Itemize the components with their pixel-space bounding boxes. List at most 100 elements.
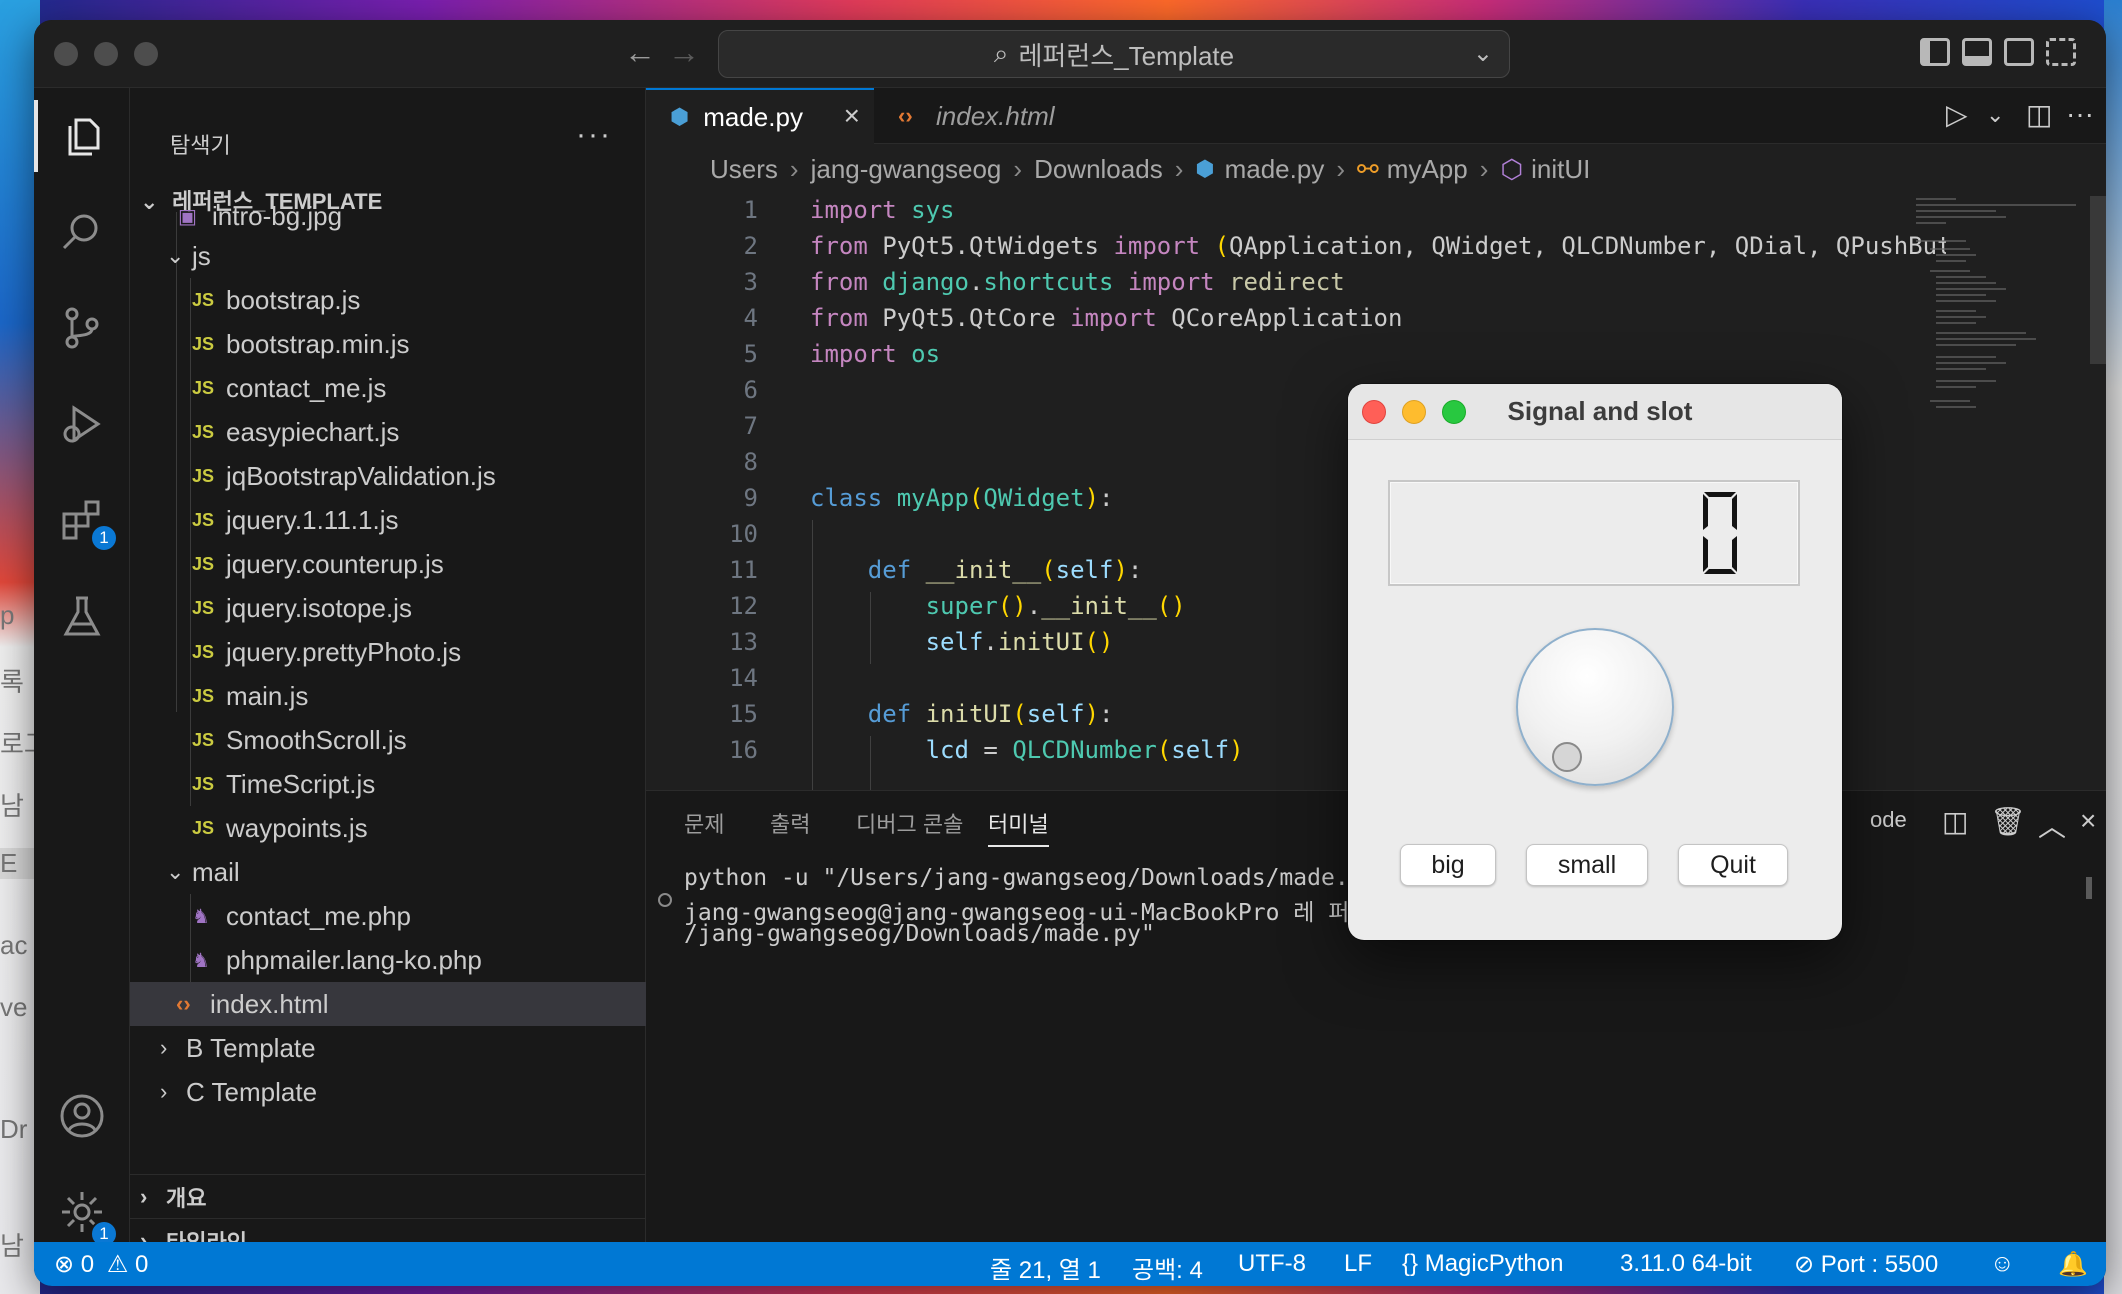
tree-item-label: jquery.counterup.js [226, 548, 444, 579]
tree-item-contact-me-js[interactable]: JS contact_me.js [130, 366, 646, 410]
qt-title-bar: Signal and slot [1348, 384, 1842, 440]
tree-item-bootstrap-js[interactable]: JS bootstrap.js [130, 278, 646, 322]
line-number: 3 [743, 268, 758, 296]
tree-item-label: jquery.prettyPhoto.js [226, 636, 462, 667]
indentation-status[interactable]: 공백: 4 [1132, 1250, 1203, 1285]
breadcrumb-item[interactable]: Users [710, 154, 778, 185]
arrow-right-icon[interactable]: → [668, 34, 700, 71]
close-icon[interactable]: × [844, 100, 860, 132]
cursor-position[interactable]: 줄 21, 열 1 [990, 1250, 1101, 1285]
extensions-badge: 1 [90, 524, 118, 552]
tree-item-jquery-js[interactable]: JS jquery.1.11.1.js [130, 498, 646, 542]
tree-item-jquery-isotope-js[interactable]: JS jquery.isotope.js [130, 586, 646, 630]
breadcrumb-item[interactable]: myApp [1387, 154, 1468, 185]
tree-item-bootstrap-min-js[interactable]: JS bootstrap.min.js [130, 322, 646, 366]
eol-status[interactable]: LF [1344, 1250, 1372, 1278]
tree-folder-c-template[interactable]: › C Template [130, 1070, 646, 1114]
chevron-right-icon: › [140, 1183, 148, 1209]
breadcrumb-item[interactable]: initUI [1531, 154, 1590, 185]
tree-item-jquery-counterup-js[interactable]: JS jquery.counterup.js [130, 542, 646, 586]
arrow-left-icon[interactable]: ← [624, 34, 656, 71]
language-mode[interactable]: {} MagicPython [1402, 1250, 1563, 1278]
minimap[interactable] [1910, 196, 2090, 790]
run-and-debug-icon[interactable] [34, 376, 130, 472]
tree-item-contact-me-php[interactable]: ♞ contact_me.php [130, 894, 646, 938]
tab-made-py[interactable]: ⬢ made.py × [646, 88, 874, 144]
toggle-panel-icon[interactable] [1962, 38, 1992, 66]
run-python-icon[interactable]: ▷ [1946, 98, 1968, 131]
tree-item-easypiechart-js[interactable]: JS easypiechart.js [130, 410, 646, 454]
js-file-icon: JS [192, 509, 215, 530]
tree-item-label: index.html [210, 988, 329, 1019]
python-file-icon: ⬢ [1195, 156, 1215, 181]
customize-layout-icon[interactable] [2046, 38, 2076, 66]
command-center-search[interactable]: ⌕ 레퍼런스_Template ⌄ [718, 30, 1510, 78]
tab-debug-console[interactable]: 디버그 콘솔 [856, 807, 963, 839]
tree-item-intro-bg[interactable]: ▣ intro-bg.jpg [130, 194, 646, 238]
bell-icon[interactable]: 🔔 [2058, 1250, 2088, 1279]
tree-item-label: js [192, 240, 211, 271]
tree-folder-b-template[interactable]: › B Template [130, 1026, 646, 1070]
tree-item-waypoints-js[interactable]: JS waypoints.js [130, 806, 646, 850]
terminal-profile-label[interactable]: ode [1870, 807, 1907, 833]
breadcrumb-item[interactable]: jang-gwangseog [811, 154, 1002, 185]
tree-item-timescript-js[interactable]: JS TimeScript.js [130, 762, 646, 806]
tab-index-html[interactable]: ‹› index.html [874, 88, 1118, 144]
explorer-icon[interactable] [34, 88, 130, 184]
lcd-number-display: 0 [1388, 480, 1800, 586]
toggle-secondary-sidebar-icon[interactable] [2004, 38, 2034, 66]
close-icon[interactable]: × [2080, 805, 2096, 837]
editor-scrollbar[interactable] [2090, 196, 2106, 364]
tree-item-jquery-prettyphoto-js[interactable]: JS jquery.prettyPhoto.js [130, 630, 646, 674]
split-terminal-icon[interactable]: ◫ [1942, 805, 1968, 838]
live-server-port[interactable]: ⊘ Port : 5500 [1794, 1250, 1938, 1279]
tab-output[interactable]: 출력 [770, 807, 810, 839]
tree-item-label: easypiechart.js [226, 416, 400, 447]
code-line: from PyQt5.QtCore import QCoreApplicatio… [810, 304, 1403, 332]
trash-icon[interactable]: 🗑 [1990, 805, 2026, 838]
small-button[interactable]: small [1526, 844, 1648, 886]
maximize-panel-icon[interactable]: ︿ [2038, 805, 2066, 845]
code-line: from PyQt5.QtWidgets import (QApplicatio… [810, 232, 1946, 260]
breadcrumb-item[interactable]: made.py [1225, 154, 1325, 185]
feedback-icon[interactable]: ☺ [1990, 1250, 2015, 1278]
tree-item-smoothscroll-js[interactable]: JS SmoothScroll.js [130, 718, 646, 762]
outline-section-header[interactable]: › 개요 [130, 1174, 646, 1218]
dial-notch-indicator [1552, 742, 1582, 772]
tree-item-phpmailer-php[interactable]: ♞ phpmailer.lang-ko.php [130, 938, 646, 982]
python-file-icon: ⬢ [670, 104, 690, 129]
tree-item-jqbootstrapvalidation-js[interactable]: JS jqBootstrapValidation.js [130, 454, 646, 498]
html-file-icon: ‹› [176, 991, 191, 1016]
breadcrumb-item[interactable]: Downloads [1034, 154, 1163, 185]
php-file-icon: ♞ [192, 905, 210, 928]
tree-folder-js[interactable]: ⌄ js [130, 234, 646, 278]
more-actions-icon[interactable]: ··· [576, 118, 612, 152]
testing-flask-icon[interactable] [34, 568, 130, 664]
big-button[interactable]: big [1400, 844, 1496, 886]
warning-icon: ⚠ [106, 1251, 129, 1278]
python-interpreter[interactable]: 3.11.0 64-bit [1620, 1250, 1752, 1278]
image-file-icon: ▣ [178, 205, 197, 228]
tree-item-main-js[interactable]: JS main.js [130, 674, 646, 718]
more-actions-icon[interactable]: ··· [2066, 98, 2094, 130]
tab-terminal[interactable]: 터미널 [988, 807, 1049, 847]
problems-status[interactable]: ⊗ 0 ⚠ 0 [54, 1250, 148, 1279]
chevron-down-icon[interactable]: ⌄ [1986, 102, 2004, 128]
extensions-icon[interactable]: 1 [34, 472, 130, 568]
quit-button[interactable]: Quit [1678, 844, 1788, 886]
tab-problems[interactable]: 문제 [684, 807, 724, 839]
minimize-window-button[interactable] [94, 42, 118, 66]
terminal-scrollbar[interactable] [2086, 877, 2092, 899]
split-editor-icon[interactable]: ◫ [2026, 98, 2052, 131]
chevron-down-icon[interactable]: ⌄ [1473, 39, 1493, 68]
close-window-button[interactable] [54, 42, 78, 66]
encoding-status[interactable]: UTF-8 [1238, 1250, 1306, 1278]
source-control-icon[interactable] [34, 280, 130, 376]
zoom-window-button[interactable] [134, 42, 158, 66]
tree-item-index-html[interactable]: ‹› index.html [130, 982, 646, 1026]
search-icon[interactable] [34, 184, 130, 280]
toggle-primary-sidebar-icon[interactable] [1920, 38, 1950, 66]
qdial-knob[interactable] [1516, 628, 1674, 786]
tree-folder-mail[interactable]: ⌄ mail [130, 850, 646, 894]
account-icon[interactable] [34, 1068, 130, 1164]
